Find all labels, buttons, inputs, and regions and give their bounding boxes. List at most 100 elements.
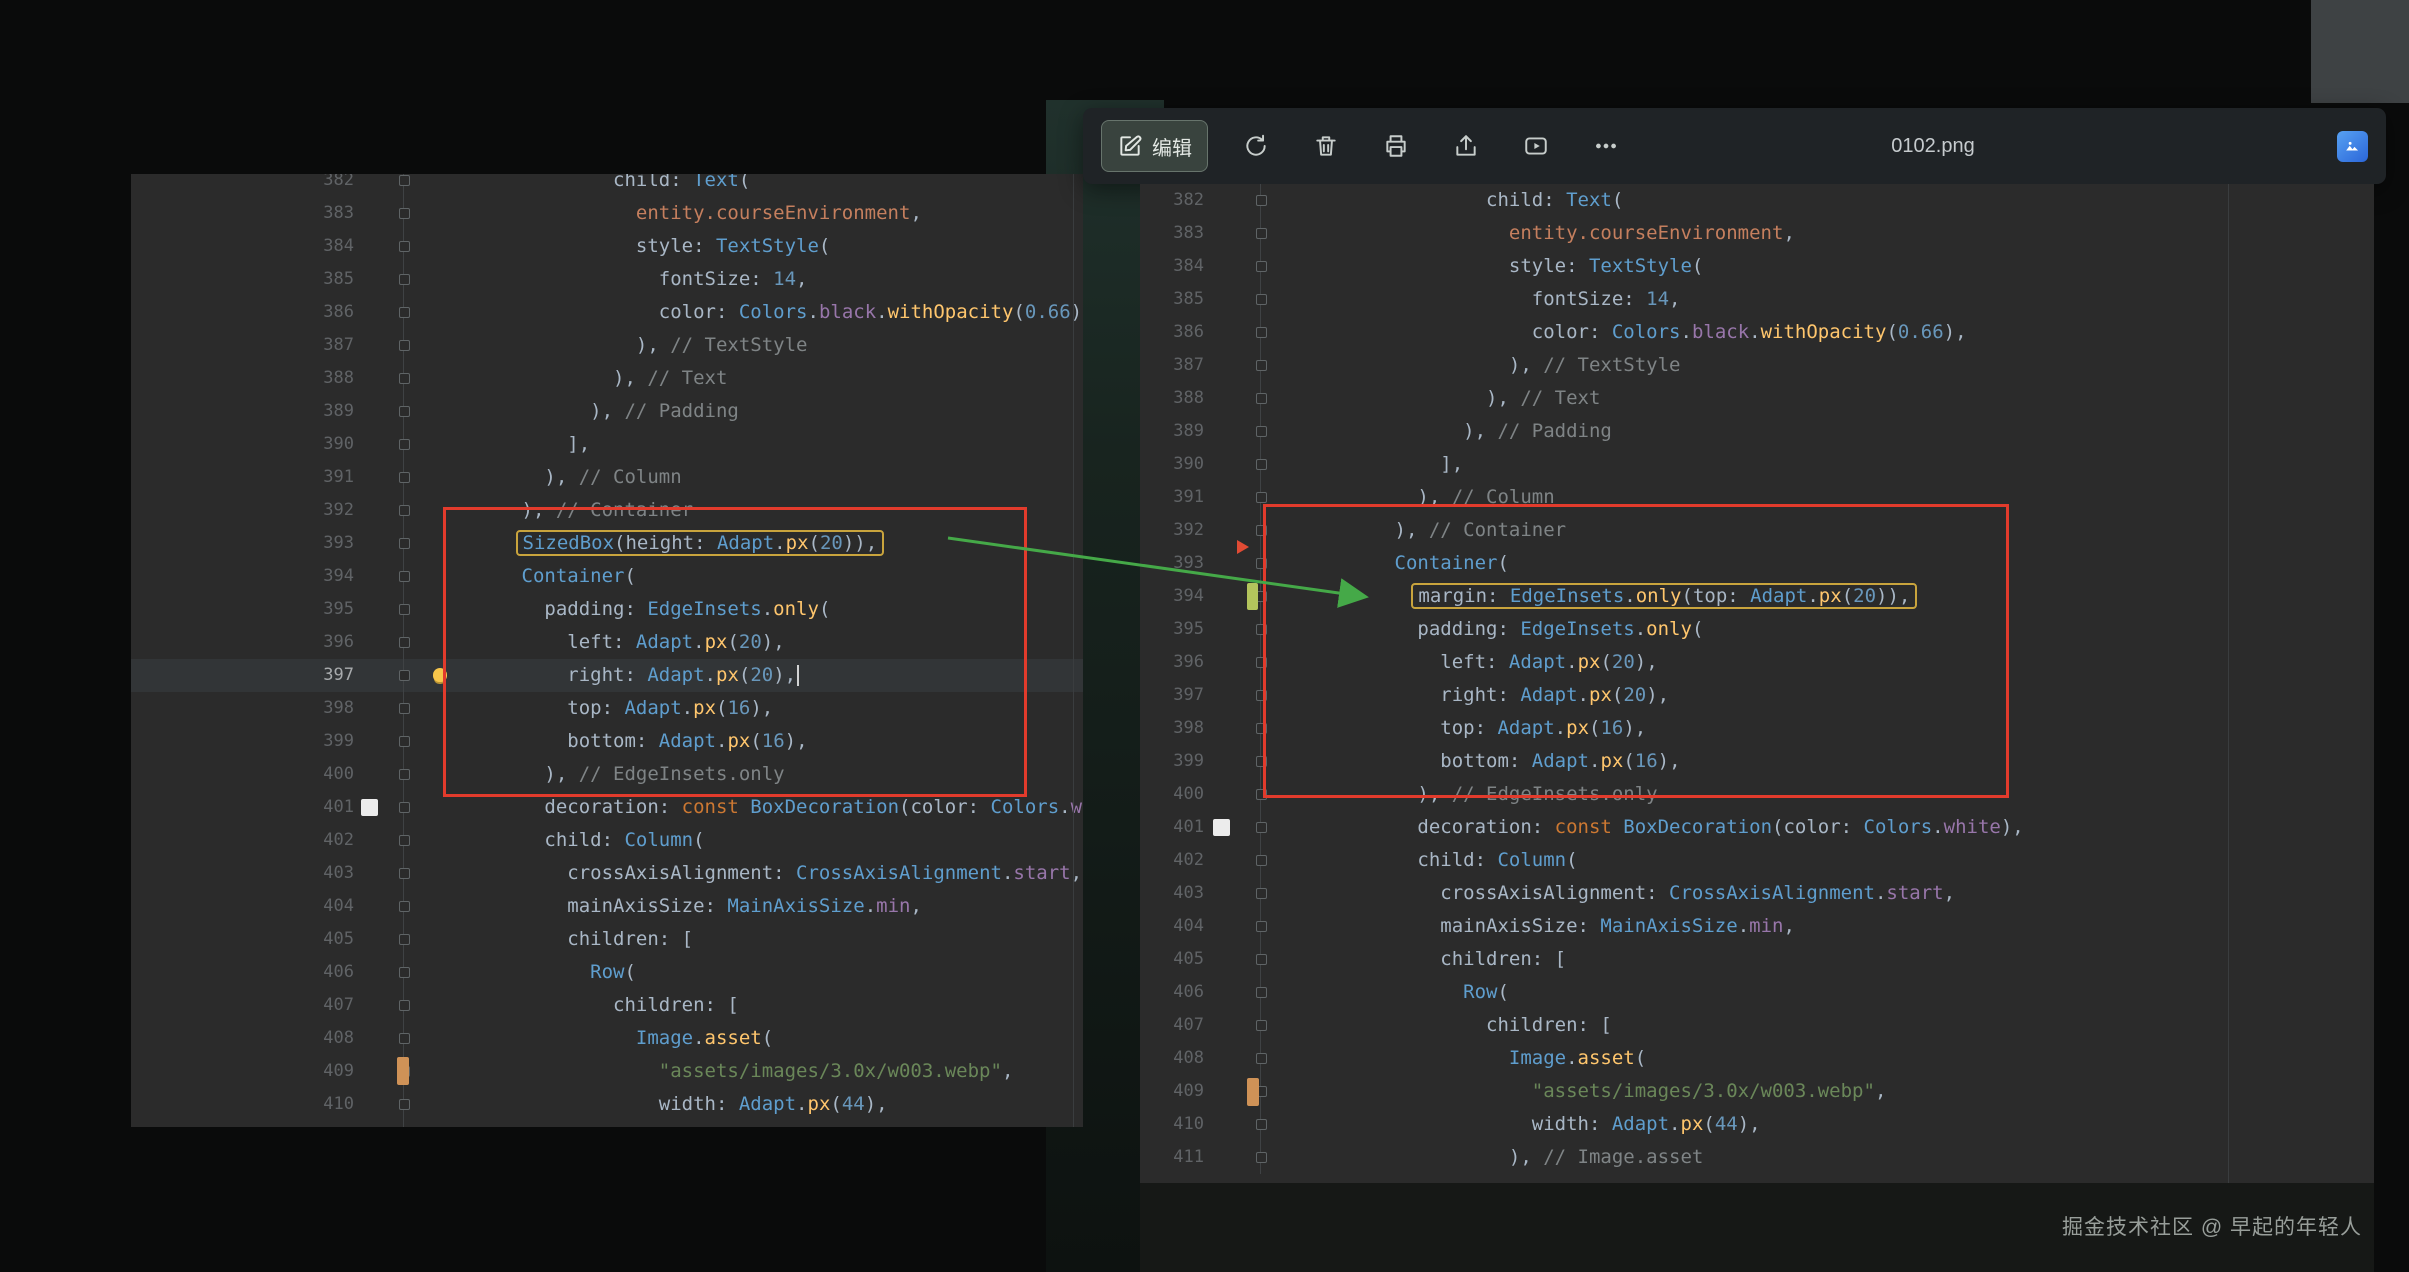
code-text[interactable]: SizedBox(height: Adapt.px(20)),	[430, 527, 1083, 560]
code-text[interactable]: bottom: Adapt.px(16),	[430, 725, 1083, 758]
line-number[interactable]: 409	[131, 1055, 356, 1088]
code-text[interactable]: crossAxisAlignment: CrossAxisAlignment.s…	[430, 857, 1083, 890]
code-line-387[interactable]: 387 ), // TextStyle	[131, 329, 1083, 362]
code-line-396[interactable]: 396 left: Adapt.px(20),	[131, 626, 1083, 659]
code-line-408[interactable]: 408 Image.asset(	[131, 1022, 1083, 1055]
code-text[interactable]: ), // EdgeInsets.only	[430, 758, 1083, 791]
code-text[interactable]: children: [	[430, 989, 1083, 1022]
line-number[interactable]: 410	[131, 1088, 356, 1121]
line-number[interactable]: 406	[131, 956, 356, 989]
code-line-410[interactable]: 410 width: Adapt.px(44),	[131, 1088, 1083, 1121]
line-number[interactable]: 385	[131, 263, 356, 296]
video-button[interactable]	[1514, 124, 1558, 168]
line-number[interactable]: 390	[131, 428, 356, 461]
code-text[interactable]: ), // Padding	[430, 395, 1083, 428]
code-text[interactable]: entity.courseEnvironment,	[430, 197, 1083, 230]
code-line-407[interactable]: 407 children: [	[131, 989, 1083, 1022]
code-text[interactable]: decoration: const BoxDecoration(color: C…	[430, 791, 1083, 824]
line-number[interactable]: 396	[131, 626, 356, 659]
code-text[interactable]: Image.asset(	[430, 1022, 1083, 1055]
code-text[interactable]: child: Column(	[430, 824, 1083, 857]
code-line-389[interactable]: 389 ), // Padding	[131, 395, 1083, 428]
code-text[interactable]: mainAxisSize: MainAxisSize.min,	[430, 890, 1083, 923]
line-number[interactable]: 388	[131, 362, 356, 395]
code-text[interactable]: right: Adapt.px(20),	[430, 659, 1083, 692]
code-text[interactable]: color: Colors.black.withOpacity(0.66),	[430, 296, 1083, 329]
code-line-382[interactable]: 382 child: Text(	[131, 174, 1083, 197]
edit-button[interactable]: 编辑	[1101, 120, 1208, 172]
code-line-406[interactable]: 406 Row(	[131, 956, 1083, 989]
line-number[interactable]: 404	[131, 890, 356, 923]
line-number[interactable]: 387	[131, 329, 356, 362]
code-line-383[interactable]: 383 entity.courseEnvironment,	[131, 197, 1083, 230]
line-number[interactable]: 398	[131, 692, 356, 725]
token: (	[1692, 255, 1703, 277]
code-line-384[interactable]: 384 style: TextStyle(	[131, 230, 1083, 263]
line-number[interactable]: 383	[131, 197, 356, 230]
line-number[interactable]: 386	[131, 296, 356, 329]
code-text[interactable]: top: Adapt.px(16),	[430, 692, 1083, 725]
code-line-411[interactable]: 411 ), // Image.asset	[131, 1121, 1083, 1127]
code-text[interactable]: left: Adapt.px(20),	[430, 626, 1083, 659]
code-line-390[interactable]: 390],	[131, 428, 1083, 461]
more-button[interactable]	[1584, 124, 1628, 168]
print-button[interactable]	[1374, 124, 1418, 168]
code-line-399[interactable]: 399 bottom: Adapt.px(16),	[131, 725, 1083, 758]
code-line-405[interactable]: 405 children: [	[131, 923, 1083, 956]
code-text[interactable]: Container(	[430, 560, 1083, 593]
line-number[interactable]: 408	[131, 1022, 356, 1055]
line-number[interactable]: 400	[131, 758, 356, 791]
code-text[interactable]: children: [	[430, 923, 1083, 956]
line-number[interactable]: 394	[131, 560, 356, 593]
line-number[interactable]: 399	[131, 725, 356, 758]
code-text[interactable]: Row(	[430, 956, 1083, 989]
image-thumbnail-icon[interactable]	[2337, 131, 2368, 162]
code-line-394[interactable]: 394 Container(	[131, 560, 1083, 593]
code-text[interactable]: fontSize: 14,	[430, 263, 1083, 296]
line-number[interactable]: 407	[131, 989, 356, 1022]
line-number[interactable]: 395	[131, 593, 356, 626]
code-line-398[interactable]: 398 top: Adapt.px(16),	[131, 692, 1083, 725]
code-line-400[interactable]: 400 ), // EdgeInsets.only	[131, 758, 1083, 791]
code-line-385[interactable]: 385 fontSize: 14,	[131, 263, 1083, 296]
line-number[interactable]: 411	[131, 1121, 356, 1127]
code-line-397[interactable]: 397 right: Adapt.px(20),	[131, 659, 1083, 692]
code-line-401[interactable]: 401 decoration: const BoxDecoration(color…	[131, 791, 1083, 824]
code-line-395[interactable]: 395 padding: EdgeInsets.only(	[131, 593, 1083, 626]
line-number[interactable]: 402	[131, 824, 356, 857]
code-line-402[interactable]: 402 child: Column(	[131, 824, 1083, 857]
line-number[interactable]: 389	[131, 395, 356, 428]
code-text[interactable]: padding: EdgeInsets.only(	[430, 593, 1083, 626]
code-text[interactable]: ), // TextStyle	[430, 329, 1083, 362]
code-text[interactable]: width: Adapt.px(44),	[430, 1088, 1083, 1121]
code-text[interactable]: ), // Column	[430, 461, 1083, 494]
code-line-388[interactable]: 388 ), // Text	[131, 362, 1083, 395]
line-number[interactable]: 401	[131, 791, 356, 824]
code-text[interactable]: ), // Container	[430, 494, 1083, 527]
line-number[interactable]: 405	[131, 923, 356, 956]
code-line-392[interactable]: 392 ), // Container	[131, 494, 1083, 527]
line-number[interactable]: 393	[131, 527, 356, 560]
code-line-391[interactable]: 391 ), // Column	[131, 461, 1083, 494]
code-line-403[interactable]: 403 crossAxisAlignment: CrossAxisAlignmen…	[131, 857, 1083, 890]
rotate-button[interactable]	[1234, 124, 1278, 168]
code-text[interactable]: ],	[430, 428, 1083, 461]
code-line-404[interactable]: 404 mainAxisSize: MainAxisSize.min,	[131, 890, 1083, 923]
line-number[interactable]: 403	[131, 857, 356, 890]
share-button[interactable]	[1444, 124, 1488, 168]
code-line-383: 383entity.courseEnvironment,	[1140, 217, 2374, 250]
line-number[interactable]: 384	[131, 230, 356, 263]
code-line-393[interactable]: 393 SizedBox(height: Adapt.px(20)),	[131, 527, 1083, 560]
line-number[interactable]: 397	[131, 659, 356, 692]
code-text[interactable]: ), // Image.asset	[430, 1121, 1083, 1127]
code-text[interactable]: "assets/images/3.0x/w003.webp",	[430, 1055, 1083, 1088]
code-text[interactable]: ), // Text	[430, 362, 1083, 395]
line-number[interactable]: 391	[131, 461, 356, 494]
delete-button[interactable]	[1304, 124, 1348, 168]
code-line-409[interactable]: 409 "assets/images/3.0x/w003.webp",	[131, 1055, 1083, 1088]
line-number[interactable]: 392	[131, 494, 356, 527]
code-text[interactable]: style: TextStyle(	[430, 230, 1083, 263]
code-text[interactable]: child: Text(	[430, 174, 1083, 197]
line-number[interactable]: 382	[131, 174, 356, 197]
code-line-386[interactable]: 386 color: Colors.black.withOpacity(0.66)…	[131, 296, 1083, 329]
